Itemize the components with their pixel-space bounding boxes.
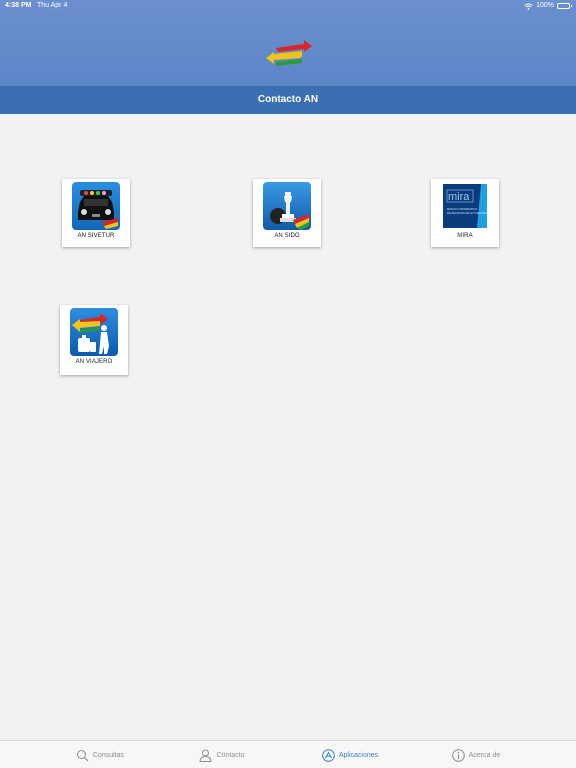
status-right: 100% (524, 0, 572, 12)
tab-label: Acerca de (468, 751, 501, 759)
status-date: Thu Apr 4 (37, 2, 68, 9)
chess-icon (263, 182, 311, 230)
status-time: 4:38 PM (5, 2, 32, 9)
app-label: AN SIDO (274, 233, 300, 239)
tab-aplicaciones[interactable]: Aplicaciones (278, 741, 422, 768)
mira-logo-text: mira (448, 191, 470, 203)
mira-subtitle-line-2: DE REGISTRO DE ACTUADORES (447, 211, 488, 215)
page-title: Contacto AN (0, 86, 576, 114)
app-label: MIRA (457, 233, 473, 239)
tab-bar: Consultas Contacto Aplicaciones Acerca d… (0, 740, 576, 768)
info-icon (451, 748, 465, 762)
person-icon (199, 749, 213, 762)
app-tile-an-viajero[interactable]: AN VIAJERO (60, 305, 128, 375)
app-label: AN VIAJERO (75, 359, 113, 365)
app-tile-an-sivetur[interactable]: AN SIVETUR (62, 179, 130, 247)
tab-label: Consultas (92, 751, 125, 759)
battery-percent: 100% (536, 2, 554, 9)
traveler-icon (70, 308, 118, 356)
tab-acerca-de[interactable]: Acerca de (404, 741, 548, 768)
status-bar: 4:38 PM Thu Apr 4 100% (0, 0, 576, 12)
app-tile-an-sido[interactable]: AN SIDO (253, 179, 321, 247)
tab-label: Contacto (216, 751, 245, 759)
app-tile-mira[interactable]: mira MODULO INFORMATICO DE REGISTRO DE A… (431, 179, 499, 247)
apps-icon (322, 748, 335, 762)
car-icon (72, 182, 120, 230)
tab-contacto[interactable]: Contacto (150, 741, 294, 768)
tab-label: Aplicaciones (338, 751, 379, 759)
app-header: 4:38 PM Thu Apr 4 100% (0, 0, 576, 86)
app-label: AN SIVETUR (77, 233, 115, 239)
mira-logo: mira MODULO INFORMATICO DE REGISTRO DE A… (441, 182, 489, 230)
mira-subtitle-line-1: MODULO INFORMATICO (447, 207, 477, 211)
arrows-logo-icon (266, 40, 312, 66)
search-icon (76, 749, 89, 761)
battery-icon (557, 3, 572, 9)
wifi-icon (524, 2, 533, 10)
